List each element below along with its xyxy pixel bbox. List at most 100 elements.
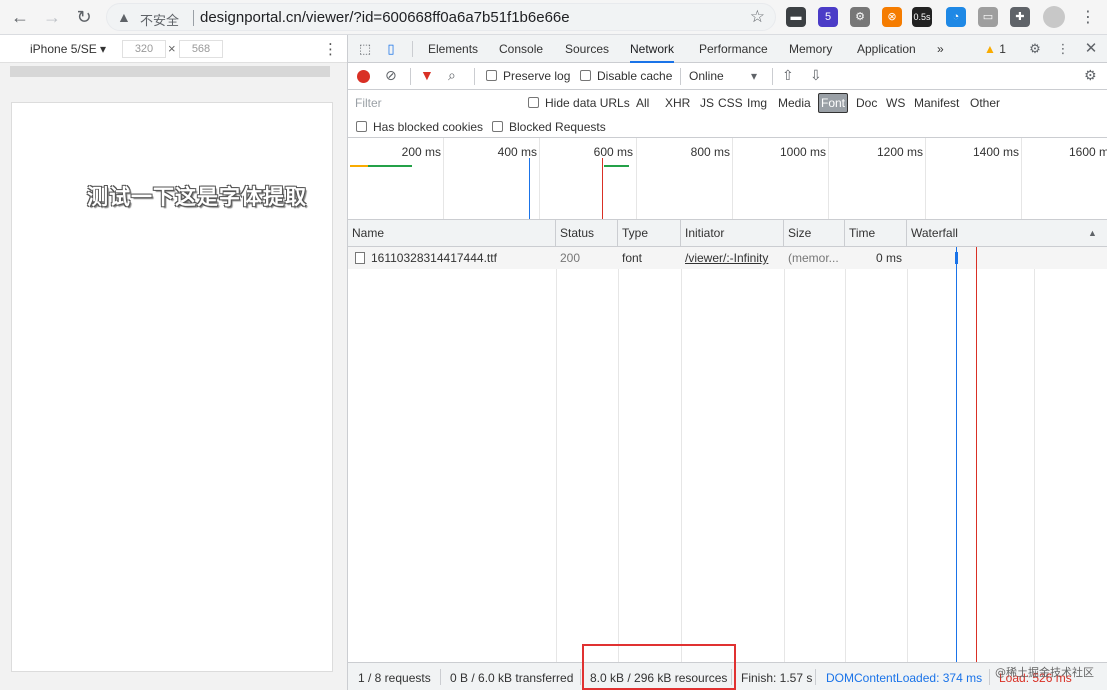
column-header-status[interactable]: Status	[556, 220, 618, 247]
column-header-name[interactable]: Name	[348, 220, 556, 247]
settings-gear-icon[interactable]: ⚙	[1026, 40, 1044, 58]
filter-type-img[interactable]: Img	[745, 96, 769, 110]
filter-type-xhr[interactable]: XHR	[663, 96, 692, 110]
ext-b-icon[interactable]: 5	[818, 7, 838, 27]
filter-input[interactable]: Filter	[352, 93, 514, 113]
overview-tick-label: 400 ms	[497, 145, 537, 159]
bookmark-star-icon[interactable]: ☆	[750, 7, 765, 27]
cell-name: 16110328314417444.ttf	[371, 251, 497, 265]
watermark: @稀土掘金技术社区	[995, 666, 1094, 679]
device-toolbar: iPhone 5/SE ▾ 320 × 568 ⋮	[0, 35, 347, 63]
network-overview-timeline[interactable]: 200 ms 400 ms 600 ms 800 ms 1000 ms 1200 ms 14…	[348, 138, 1107, 220]
filter-bar: Filter Hide data URLs All XHR JS CSS Img Medi…	[348, 90, 1107, 138]
ext-f-icon[interactable]: ◔	[946, 7, 966, 27]
device-select[interactable]: iPhone 5/SE ▾	[30, 42, 106, 56]
warning-icon: ▲	[984, 42, 996, 56]
has-blocked-cookies-checkbox[interactable]	[356, 121, 367, 132]
clear-icon[interactable]: ⊘	[385, 67, 397, 84]
record-button[interactable]	[357, 70, 370, 83]
device-height-input[interactable]: 568	[179, 40, 223, 58]
throttling-select[interactable]: Online ▾	[689, 69, 757, 83]
dom-content-loaded-line	[529, 158, 530, 219]
ext-h-icon[interactable]: ✚	[1010, 7, 1030, 27]
preserve-log-checkbox[interactable]	[486, 70, 497, 81]
tab-memory[interactable]: Memory	[789, 35, 832, 63]
dom-content-loaded-time: DOMContentLoaded: 374 ms	[826, 671, 983, 685]
filter-funnel-icon[interactable]: ▼	[420, 67, 434, 83]
network-settings-icon[interactable]: ⚙	[1084, 67, 1097, 84]
highlight-annotation-box	[582, 644, 736, 690]
ext-d-icon[interactable]: ⊗	[882, 7, 902, 27]
ext-c-icon[interactable]: ⚙	[850, 7, 870, 27]
overview-tick-label: 1000 ms	[779, 145, 826, 159]
filter-type-font[interactable]: Font	[818, 93, 849, 113]
column-header-initiator[interactable]: Initiator	[681, 220, 784, 247]
warning-triangle-icon: ▲	[117, 9, 131, 25]
filter-type-css[interactable]: CSS	[716, 96, 745, 110]
filter-type-other[interactable]: Other	[968, 96, 1002, 110]
overview-tick-label: 200 ms	[401, 145, 441, 159]
overview-bar-late	[604, 165, 629, 167]
table-header: Name Status Type Initiator Size Time Waterfall…	[348, 220, 1107, 247]
ext-a-icon[interactable]: ▬	[786, 7, 806, 27]
export-har-icon[interactable]: ⇩	[810, 67, 822, 84]
devtools-menu-icon[interactable]: ⋮	[1054, 40, 1072, 58]
blocked-requests-checkbox[interactable]	[492, 121, 503, 132]
warnings-badge[interactable]: ▲ 1	[984, 42, 1006, 56]
device-viewport: 测试一下这是字体提取	[0, 81, 347, 690]
browser-menu-icon[interactable]: ⋮	[1080, 7, 1096, 27]
overview-tick-label: 1200 ms	[876, 145, 923, 159]
disable-cache-checkbox[interactable]	[580, 70, 591, 81]
device-width-input[interactable]: 320	[122, 40, 166, 58]
more-tabs-icon[interactable]: »	[937, 35, 944, 63]
waterfall-load-line	[976, 247, 977, 662]
tab-performance[interactable]: Performance	[699, 35, 768, 63]
device-options-icon[interactable]: ⋮	[323, 40, 338, 58]
address-bar[interactable]: ▲ 不安全 designportal.cn/viewer/?id=600668f…	[106, 3, 776, 31]
device-toggle-icon[interactable]: ▯	[382, 40, 400, 58]
profile-avatar-icon[interactable]	[1043, 6, 1065, 28]
search-icon[interactable]: ⌕	[448, 67, 456, 84]
media-query-ruler	[0, 63, 347, 81]
sort-ascending-icon[interactable]: ▲	[1088, 228, 1097, 238]
tab-sources[interactable]: Sources	[565, 35, 609, 63]
table-row[interactable]: 16110328314417444.ttf 200 font/viewer/:-In…	[348, 247, 1107, 269]
inspect-element-icon[interactable]: ⬚	[356, 40, 374, 58]
tab-application[interactable]: Application	[857, 35, 916, 63]
cell-initiator[interactable]: /viewer/:-Infinity	[681, 247, 784, 269]
network-toolbar: ⊘ ▼ ⌕ Preserve log Disable cache Online ▾…	[348, 63, 1107, 90]
column-header-time[interactable]: Time	[845, 220, 907, 247]
network-status-bar: 1 / 8 requests 0 B / 6.0 kB transferred …	[348, 644, 1107, 690]
forward-arrow-icon[interactable]: →	[40, 5, 64, 29]
filter-type-doc[interactable]: Doc	[854, 96, 879, 110]
has-blocked-cookies-label: Has blocked cookies	[373, 120, 484, 134]
overview-tick-label: 1400 ms	[972, 145, 1019, 159]
column-header-type[interactable]: Type	[618, 220, 681, 247]
import-har-icon[interactable]: ⇧	[782, 67, 794, 84]
url-text[interactable]: designportal.cn/viewer/?id=600668ff0a6a7…	[200, 9, 570, 26]
filter-type-manifest[interactable]: Manifest	[912, 96, 961, 110]
tab-network[interactable]: Network	[630, 35, 675, 63]
back-arrow-icon[interactable]: ←	[8, 5, 32, 29]
hide-data-urls-checkbox[interactable]	[528, 97, 539, 108]
waterfall-dom-line	[956, 247, 957, 662]
tab-elements[interactable]: Elements	[428, 35, 478, 63]
filter-type-media[interactable]: Media	[776, 96, 813, 110]
overview-tick-label: 600 ms	[593, 145, 633, 159]
requests-table: Name Status Type Initiator Size Time Waterfall…	[348, 220, 1107, 662]
cell-time: 0 ms	[875, 251, 902, 265]
emulated-page: 测试一下这是字体提取	[11, 102, 333, 672]
filter-type-js[interactable]: JS	[698, 96, 716, 110]
filter-type-all[interactable]: All	[634, 96, 651, 110]
filter-type-ws[interactable]: WS	[884, 96, 907, 110]
reload-icon[interactable]: ↻	[72, 5, 96, 29]
ext-e-icon[interactable]: 0.5s	[912, 7, 932, 27]
finish-time: Finish: 1.57 s	[741, 671, 813, 685]
close-devtools-icon[interactable]: ✕	[1082, 40, 1100, 58]
column-header-waterfall[interactable]: Waterfall	[907, 220, 1107, 247]
column-header-size[interactable]: Size	[784, 220, 845, 247]
tab-console[interactable]: Console	[499, 35, 543, 63]
disable-cache-label: Disable cache	[597, 69, 673, 83]
overview-tick-label: 1600 ms	[1068, 145, 1107, 159]
ext-g-icon[interactable]: ▭	[978, 7, 998, 27]
